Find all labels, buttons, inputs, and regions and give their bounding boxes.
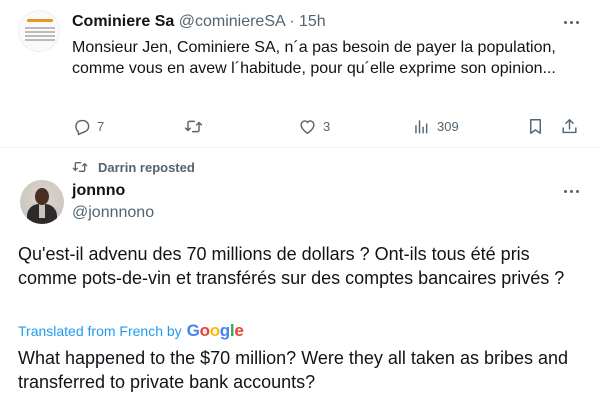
- author-name[interactable]: Cominiere Sa: [72, 13, 174, 30]
- author-handle[interactable]: @jonnnono: [72, 203, 154, 223]
- like-count: 3: [323, 119, 331, 134]
- avatar-head: [35, 188, 49, 205]
- translation-attribution[interactable]: Translated from French by Google: [18, 321, 244, 341]
- tweet-time[interactable]: 15h: [299, 13, 326, 30]
- views-icon: [415, 120, 428, 134]
- reply-count: 7: [97, 119, 105, 134]
- reply-button[interactable]: 7: [72, 117, 104, 136]
- author-name[interactable]: jonnno: [72, 181, 154, 201]
- share-icon: [562, 119, 577, 134]
- more-icon[interactable]: [560, 181, 582, 201]
- repost-icon: [72, 162, 88, 172]
- author-handle[interactable]: @cominiereSA: [179, 13, 285, 30]
- google-logo: Google: [186, 321, 244, 340]
- bookmark-icon: [530, 119, 541, 134]
- reply-icon: [75, 119, 90, 136]
- repost-label: Darrin reposted: [98, 159, 195, 175]
- share-button[interactable]: [560, 117, 579, 136]
- tweet2-header: jonnno @jonnnono: [72, 181, 154, 223]
- translated-label: Translated from French by: [18, 323, 182, 339]
- tweet-text: Monsieur Jen, Cominiere SA, n´a pas beso…: [72, 39, 556, 77]
- views-button[interactable]: 309: [412, 117, 459, 136]
- time-separator: ·: [284, 13, 299, 30]
- repost-note[interactable]: Darrin reposted: [72, 159, 195, 175]
- views-count: 309: [437, 119, 459, 134]
- tweet-header: Cominiere Sa @cominiereSA · 15h: [72, 12, 326, 32]
- avatar-shirt: [39, 204, 45, 218]
- like-icon: [300, 120, 315, 134]
- retweet-button[interactable]: [184, 117, 209, 136]
- like-button[interactable]: 3: [298, 117, 330, 136]
- retweet-icon: [184, 120, 203, 133]
- avatar-cominiere[interactable]: [18, 10, 60, 52]
- action-bar: 7 3 309: [72, 117, 582, 139]
- logo-text-lines: [25, 25, 55, 43]
- tweet-cominiere[interactable]: Cominiere Sa @cominiereSA · 15h Monsieur…: [0, 0, 598, 148]
- bookmark-button[interactable]: [526, 117, 545, 136]
- tweet-text-original: Qu'est-il advenu des 70 millions de doll…: [18, 244, 565, 288]
- more-icon[interactable]: [560, 12, 582, 32]
- avatar-jonnno[interactable]: [20, 180, 64, 224]
- tweet-text-translation: What happened to the $70 million? Were t…: [18, 348, 569, 392]
- cominiere-logo: [27, 19, 53, 22]
